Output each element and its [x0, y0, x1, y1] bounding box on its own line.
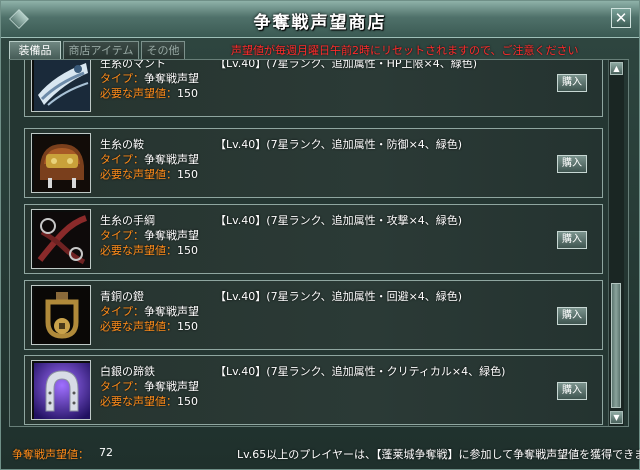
reputation-hint: Lv.65以上のプレイヤーは、【蓬莱城争奪戦】に参加して争奪戦声望値を獲得できま…	[237, 448, 640, 461]
item-type: タイプ：争奪戦声望	[100, 305, 199, 318]
item-name: 青銅の鐙	[100, 290, 144, 303]
list-item: 白銀の蹄鉄 タイプ：争奪戦声望 必要な声望値：150 【Lv.40】(7星ランク…	[24, 355, 603, 425]
scroll-up-button[interactable]: ▲	[610, 62, 623, 75]
shop-window: 争奪戦声望商店 ✕ 装備品 商店アイテム その他 声望値が毎週月曜日午前2時にリ…	[0, 0, 640, 470]
tab-equipment[interactable]: 装備品	[9, 41, 61, 59]
item-type: タイプ：争奪戦声望	[100, 153, 199, 166]
item-description: 【Lv.40】(7星ランク、追加属性・防御×4、緑色)	[215, 138, 463, 151]
reputation-value: 72	[99, 446, 113, 459]
item-name: 生糸の鞍	[100, 138, 144, 151]
item-list: 生糸のマント タイプ：争奪戦声望 必要な声望値：150 【Lv.40】(7星ラン…	[9, 59, 629, 427]
item-name: 白銀の蹄鉄	[100, 365, 155, 378]
item-type: タイプ：争奪戦声望	[100, 229, 199, 242]
item-name: 生糸の手綱	[100, 214, 155, 227]
item-type: タイプ：争奪戦声望	[100, 380, 199, 393]
list-scrollbar[interactable]: ▲ ▼	[608, 60, 624, 426]
stirrup-icon	[31, 285, 91, 345]
item-description: 【Lv.40】(7星ランク、追加属性・攻撃×4、緑色)	[215, 214, 463, 227]
item-required-reputation: 必要な声望値：150	[100, 395, 198, 408]
list-item: 生糸の手綱 タイプ：争奪戦声望 必要な声望値：150 【Lv.40】(7星ランク…	[24, 204, 603, 274]
buy-button[interactable]: 購入	[557, 231, 587, 249]
item-required-reputation: 必要な声望値：150	[100, 320, 198, 333]
list-item: 生糸のマント タイプ：争奪戦声望 必要な声望値：150 【Lv.40】(7星ラン…	[24, 59, 603, 117]
scroll-down-button[interactable]: ▼	[610, 411, 623, 424]
list-item: 青銅の鐙 タイプ：争奪戦声望 必要な声望値：150 【Lv.40】(7星ランク、…	[24, 280, 603, 350]
buy-button[interactable]: 購入	[557, 307, 587, 325]
item-type: タイプ：争奪戦声望	[100, 72, 199, 85]
item-description: 【Lv.40】(7星ランク、追加属性・HP上限×4、緑色)	[215, 59, 477, 70]
close-button[interactable]: ✕	[611, 8, 631, 28]
reins-icon	[31, 209, 91, 269]
list-item: 生糸の鞍 タイプ：争奪戦声望 必要な声望値：150 【Lv.40】(7星ランク、…	[24, 128, 603, 198]
buy-button[interactable]: 購入	[557, 382, 587, 400]
tab-other[interactable]: その他	[141, 41, 185, 59]
item-description: 【Lv.40】(7星ランク、追加属性・クリティカル×4、緑色)	[215, 365, 506, 378]
saddle-icon	[31, 133, 91, 193]
item-required-reputation: 必要な声望値：150	[100, 168, 198, 181]
buy-button[interactable]: 購入	[557, 74, 587, 92]
item-required-reputation: 必要な声望値：150	[100, 87, 198, 100]
mantle-icon	[31, 60, 91, 112]
buy-button[interactable]: 購入	[557, 155, 587, 173]
item-required-reputation: 必要な声望値：150	[100, 244, 198, 257]
item-description: 【Lv.40】(7星ランク、追加属性・回避×4、緑色)	[215, 290, 463, 303]
title-bar[interactable]: 争奪戦声望商店 ✕	[1, 1, 639, 38]
window-title: 争奪戦声望商店	[253, 13, 387, 33]
tab-shop-items[interactable]: 商店アイテム	[63, 41, 139, 59]
horseshoe-icon	[31, 360, 91, 420]
reset-notice: 声望値が毎週月曜日午前2時にリセットされますので、ご注意ください	[231, 44, 579, 57]
reputation-label: 争奪戦声望値：	[12, 448, 89, 461]
scroll-thumb[interactable]	[611, 283, 621, 408]
